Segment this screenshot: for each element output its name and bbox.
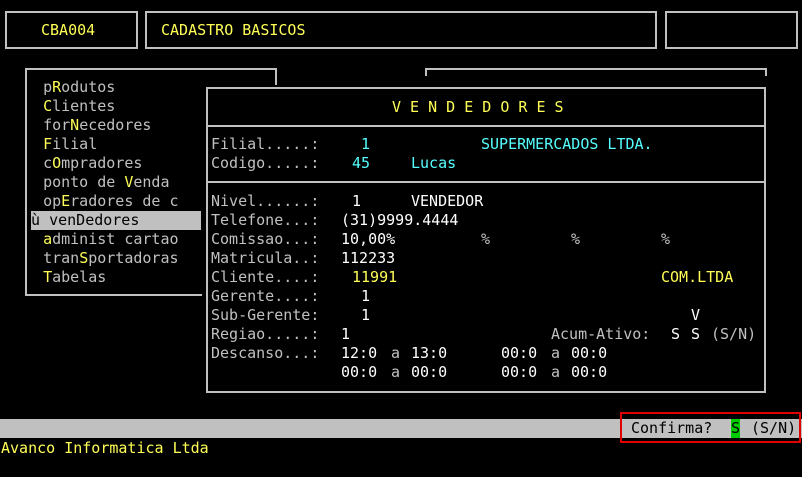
menu-item-transportadoras[interactable]: tranSportadoras <box>25 249 201 268</box>
program-code-box: CBA004 <box>5 11 138 49</box>
telefone-field[interactable]: (31)9999.4444 <box>341 211 458 230</box>
filial-name: SUPERMERCADOS LTDA. <box>481 135 653 153</box>
menu-item-clientes[interactable]: Clientes <box>25 97 201 116</box>
descanso-sep: a <box>391 363 401 381</box>
descanso-r2-a-to[interactable]: 00:0 <box>411 363 447 382</box>
menu-item-tabelas[interactable]: Tabelas <box>25 268 201 287</box>
confirm-hint: (S/N) <box>751 419 797 437</box>
screen-title: CADASTRO BASICOS <box>161 21 306 39</box>
cliente-name: COM.LTDA <box>661 268 734 286</box>
descanso-r2-b-to[interactable]: 00:0 <box>571 363 607 382</box>
comissao-pct-4: % <box>661 230 671 248</box>
menu-item-compradores[interactable]: cOmpradores <box>25 154 201 173</box>
acum-ativo-label: Acum-Ativo: <box>551 325 651 343</box>
screen-title-box: CADASTRO BASICOS <box>145 11 657 49</box>
acum-ativo-field-1[interactable]: S <box>671 325 680 344</box>
menu-item-filial[interactable]: Filial <box>25 135 201 154</box>
program-code: CBA004 <box>41 21 96 39</box>
comissao-field[interactable]: 10,00% <box>341 230 395 249</box>
matricula-label: Matricula..: <box>211 249 320 267</box>
gerente-label: Gerente....: <box>211 287 320 305</box>
header-right-box <box>665 11 798 49</box>
descanso-r1-b-from[interactable]: 00:0 <box>501 344 537 363</box>
descanso-r1-a-from[interactable]: 12:0 <box>341 344 377 363</box>
subgerente-flag: V <box>691 306 701 324</box>
cliente-label: Cliente....: <box>211 268 320 286</box>
codigo-field[interactable]: 45 <box>352 154 370 173</box>
menu-item-fornecedores[interactable]: forNecedores <box>25 116 201 135</box>
comissao-pct-3: % <box>571 230 581 248</box>
company-name: Avanco Informatica Ltda <box>1 439 209 457</box>
confirm-input[interactable]: S <box>731 419 741 438</box>
cliente-field[interactable]: 11991 <box>352 268 397 287</box>
descanso-r2-a-from[interactable]: 00:0 <box>341 363 377 382</box>
regiao-field[interactable]: 1 <box>341 325 350 344</box>
descanso-r1-a-to[interactable]: 13:0 <box>411 344 447 363</box>
comissao-pct-2: % <box>481 230 491 248</box>
acum-ativo-hint: (S/N) <box>711 325 757 343</box>
codigo-label: Codigo.....: <box>211 154 320 172</box>
matricula-field[interactable]: 112233 <box>341 249 395 268</box>
menu-item-administ-cartao[interactable]: administ cartao <box>25 230 201 249</box>
regiao-label: Regiao.....: <box>211 325 320 343</box>
nivel-field[interactable]: 1 <box>352 192 361 211</box>
menu-item-produtos[interactable]: pRodutos <box>25 78 201 97</box>
nivel-label: Nivel......: <box>211 192 320 210</box>
subgerente-label: Sub-Gerente: <box>211 306 320 324</box>
menu-item-vendedores[interactable]: ù venDedores <box>31 211 201 230</box>
filial-field[interactable]: 1 <box>361 135 370 154</box>
descanso-sep: a <box>391 344 401 362</box>
selection-marker: ù <box>31 211 50 229</box>
descanso-sep: a <box>551 363 561 381</box>
descanso-r1-b-to[interactable]: 00:0 <box>571 344 607 363</box>
menu-item-operadores[interactable]: opEradores de c <box>25 192 201 211</box>
menu-item-ponto-de-venda[interactable]: ponto de Venda <box>25 173 201 192</box>
descanso-r2-b-from[interactable]: 00:0 <box>501 363 537 382</box>
gerente-field[interactable]: 1 <box>361 287 370 306</box>
acum-ativo-field-2[interactable]: S <box>691 325 700 344</box>
frame-fragment <box>425 68 767 76</box>
descanso-label: Descanso...: <box>211 344 320 362</box>
vendedores-title-box: V E N D E D O R E S <box>206 87 766 127</box>
comissao-label: Comissao...: <box>211 230 320 248</box>
confirm-label: Confirma? <box>631 419 713 437</box>
descanso-sep: a <box>551 344 561 362</box>
subgerente-field[interactable]: 1 <box>361 306 370 325</box>
filial-label: Filial.....: <box>211 135 320 153</box>
nivel-desc: VENDEDOR <box>411 192 484 210</box>
telefone-label: Telefone...: <box>211 211 320 229</box>
codigo-name: Lucas <box>411 154 457 172</box>
vendedores-title: V E N D E D O R E S <box>392 98 564 116</box>
